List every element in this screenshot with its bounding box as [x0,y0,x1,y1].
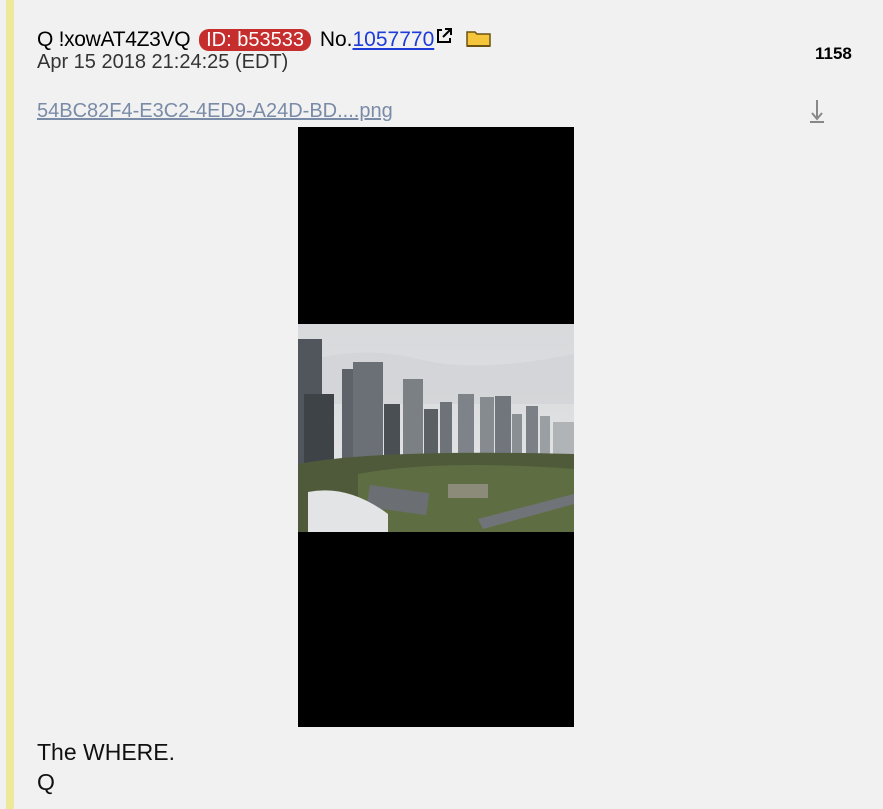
download-icon[interactable] [809,98,825,131]
post-border-stripe [6,0,14,809]
post-container: Q !xowAT4Z3VQ ID: b53533 No.1057770 Apr … [0,0,883,809]
poster-name: Q !xowAT4Z3VQ [37,28,191,51]
reply-count: 1158 [815,44,852,63]
city-skyline-photo [298,324,574,532]
post-message-line: Q [37,769,55,795]
post-message-line: The WHERE. [37,739,176,765]
post-date: Apr 15 2018 21:24:25 (EDT) [37,51,289,73]
post-image[interactable] [298,127,574,727]
post-number-link[interactable]: 1057770 [353,28,435,51]
external-link-icon[interactable] [436,25,453,51]
file-name-link[interactable]: 54BC82F4-E3C2-4ED9-A24D-BD....png [37,100,393,123]
poster-id-badge[interactable]: ID: b53533 [199,29,311,51]
post-number-prefix: No. [319,28,353,51]
folder-icon[interactable] [466,28,492,55]
